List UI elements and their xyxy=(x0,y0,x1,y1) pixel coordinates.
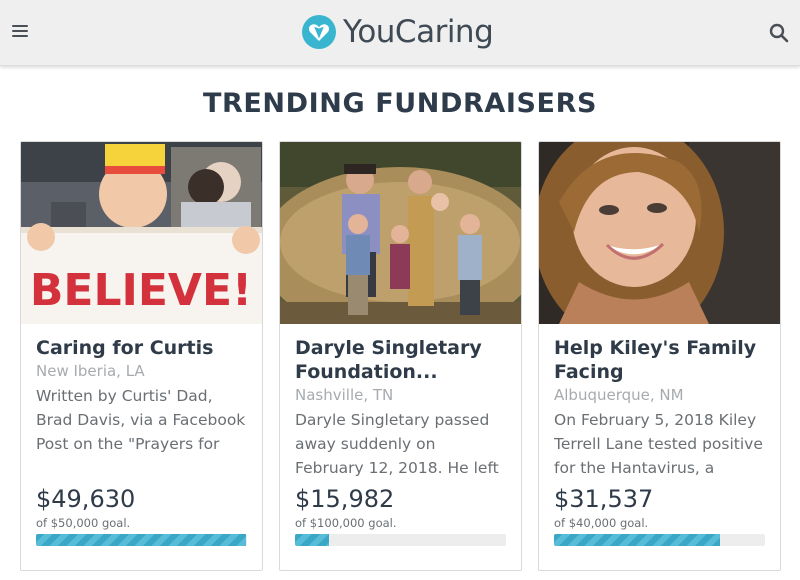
heart-logo-icon xyxy=(302,15,336,49)
progress-bar xyxy=(295,534,506,546)
believe-sign-text: BELIEVE! xyxy=(30,265,252,316)
fundraiser-description: Daryle Singletary passed away suddenly o… xyxy=(295,411,499,477)
goal-text: of $40,000 goal. xyxy=(554,516,649,530)
progress-fill xyxy=(295,534,329,546)
search-icon[interactable] xyxy=(768,22,790,44)
fundraiser-photo[interactable]: BELIEVE! xyxy=(21,142,262,324)
fundraiser-card[interactable]: BELIEVE! Caring for Curtis New Iberia, L… xyxy=(20,141,263,571)
fundraiser-location: Nashville, TN xyxy=(295,386,394,404)
amount-raised: $15,982 xyxy=(295,485,395,513)
fundraiser-description: Written by Curtis' Dad, Brad Davis, via … xyxy=(36,387,246,453)
progress-bar xyxy=(36,534,247,546)
amount-raised: $49,630 xyxy=(36,485,136,513)
logo-wordmark: YouCaring xyxy=(343,14,494,50)
goal-text: of $50,000 goal. xyxy=(36,516,131,530)
top-header: YouCaring xyxy=(0,0,800,66)
progress-fill xyxy=(554,534,721,546)
goal-text: of $100,000 goal. xyxy=(295,516,397,530)
progress-fill xyxy=(36,534,246,546)
progress-bar xyxy=(554,534,765,546)
fundraiser-title[interactable]: Help Kiley's Family Facing Unexpected... xyxy=(554,336,765,384)
fundraiser-title[interactable]: Caring for Curtis xyxy=(36,336,247,360)
fundraiser-location: New Iberia, LA xyxy=(36,362,145,380)
fundraiser-title[interactable]: Daryle Singletary Foundation... xyxy=(295,336,506,384)
fundraiser-photo[interactable] xyxy=(280,142,521,324)
fundraiser-photo[interactable] xyxy=(539,142,780,324)
section-title: TRENDING FUNDRAISERS xyxy=(202,88,598,119)
youcaring-logo[interactable]: YouCaring xyxy=(301,12,494,52)
fundraiser-location: Albuquerque, NM xyxy=(554,386,684,404)
fundraiser-description: On February 5, 2018 Kiley Terrell Lane t… xyxy=(554,411,763,477)
fundraiser-card[interactable]: Help Kiley's Family Facing Unexpected...… xyxy=(538,141,781,571)
hamburger-menu-icon[interactable] xyxy=(10,22,30,42)
fundraiser-card[interactable]: Daryle Singletary Foundation... Nashvill… xyxy=(279,141,522,571)
amount-raised: $31,537 xyxy=(554,485,654,513)
